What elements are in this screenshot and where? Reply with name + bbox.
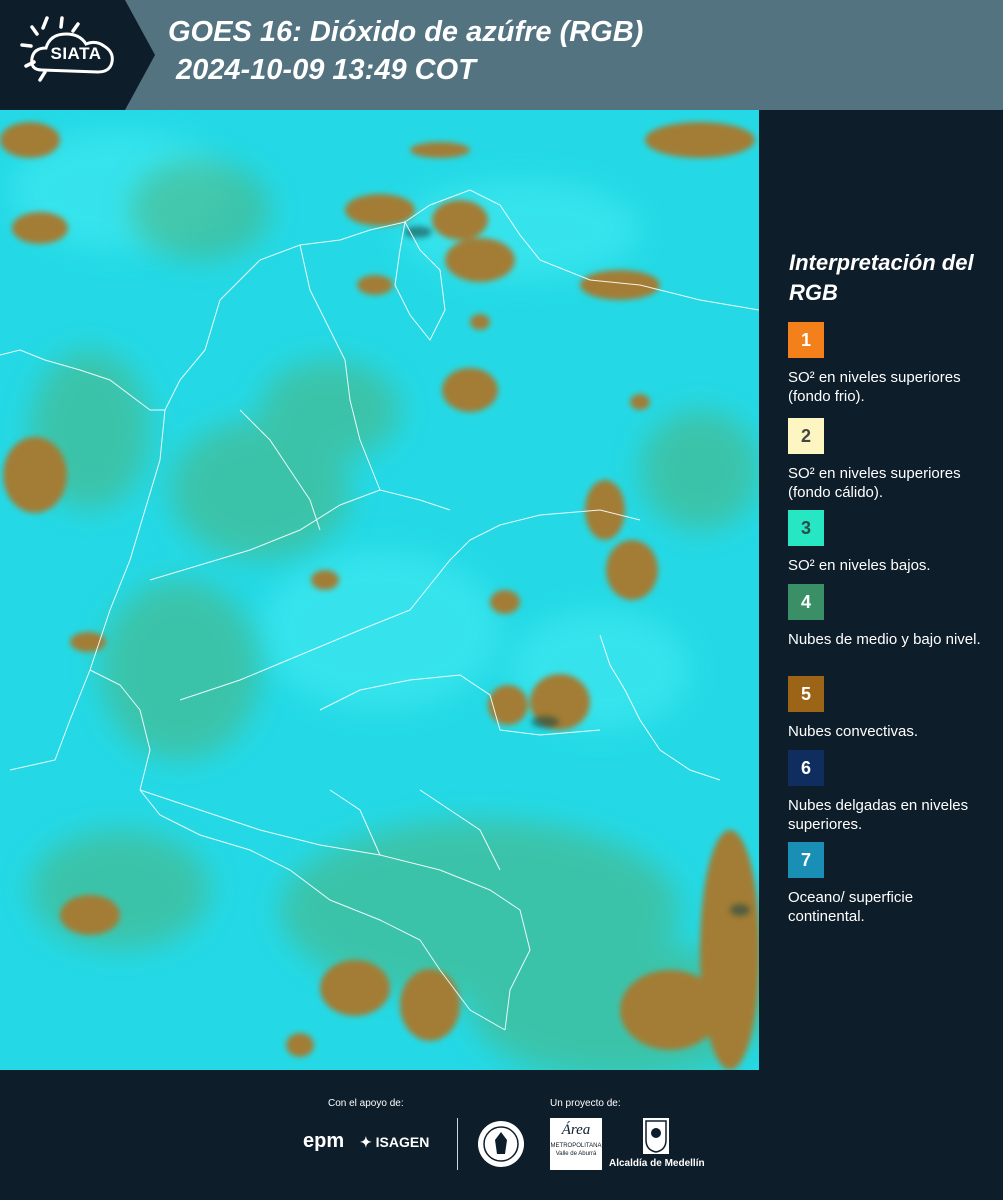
footer: Con el apoyo de: Un proyecto de: epm ✦ I… [0,1070,1003,1200]
legend-label-7: Oceano/ superficie continental. [788,889,914,925]
legend-item-5: 5 Nubes convectivas. [788,676,988,741]
legend-item-3: 3 SO² en niveles bajos. [788,510,988,575]
legend-label-2: SO² en niveles superiores (fondo cálido)… [788,465,961,501]
legend-title: Interpretación del RGB [789,250,974,305]
timestamp: 2024-10-09 13:49 COT [176,54,476,86]
legend-item-7: 7 Oceano/ superficie continental. [788,842,988,926]
legend-swatch-4: 4 [788,584,824,620]
legend-label-1: SO² en niveles superiores (fondo frio). [788,369,961,405]
area-metropolitana-logo: Área METROPOLITANA Valle de Aburrá [550,1118,602,1170]
epm-logo-text: epm [303,1130,345,1152]
epm-logo: epm [303,1130,344,1153]
legend-item-4: 4 Nubes de medio y bajo nivel. [788,584,988,649]
legend-swatch-7: 7 [788,842,824,878]
legend-swatch-5: 5 [788,676,824,712]
alcaldia-shield-icon [643,1118,669,1154]
legend-swatch-2: 2 [788,418,824,454]
legend-panel: Interpretación del RGB 1 SO² en niveles … [759,110,1003,1070]
isagen-logo: ✦ ISAGEN [360,1134,429,1151]
isagen-logo-text: ISAGEN [375,1134,430,1150]
satellite-rgb-map [0,110,759,1070]
legend-swatch-6: 6 [788,750,824,786]
legend-label-4: Nubes de medio y bajo nivel. [788,631,981,648]
alcaldia-text: Alcaldía de Medellín [609,1158,705,1169]
legend-item-6: 6 Nubes delgadas en niveles superiores. [788,750,988,834]
siata-logo: SIATA [0,0,160,110]
area-metropolitana-line3: Valle de Aburrá [555,1151,597,1157]
header-bar: SIATA GOES 16: Dióxido de azúfre (RGB) 2… [0,0,1003,110]
legend-item-2: 2 SO² en niveles superiores (fondo cálid… [788,418,988,502]
area-metropolitana-line1: Área [561,1122,591,1138]
area-metropolitana-line2: METROPOLITANA [550,1143,602,1149]
legend-item-1: 1 SO² en niveles superiores (fondo frio)… [788,322,988,406]
isagen-icon: ✦ [360,1134,376,1150]
legend-label-6: Nubes delgadas en niveles superiores. [788,797,969,833]
footer-divider [457,1118,458,1170]
medellin-seal-icon [477,1120,525,1173]
legend-label-5: Nubes convectivas. [788,723,919,740]
legend-swatch-3: 3 [788,510,824,546]
page-title: GOES 16: Dióxido de azúfre (RGB) [168,16,644,48]
support-label: Con el apoyo de: [328,1098,404,1109]
legend-swatch-1: 1 [788,322,824,358]
siata-logo-text: SIATA [50,44,102,63]
legend-label-3: SO² en niveles bajos. [788,557,931,574]
project-label: Un proyecto de: [550,1098,621,1109]
